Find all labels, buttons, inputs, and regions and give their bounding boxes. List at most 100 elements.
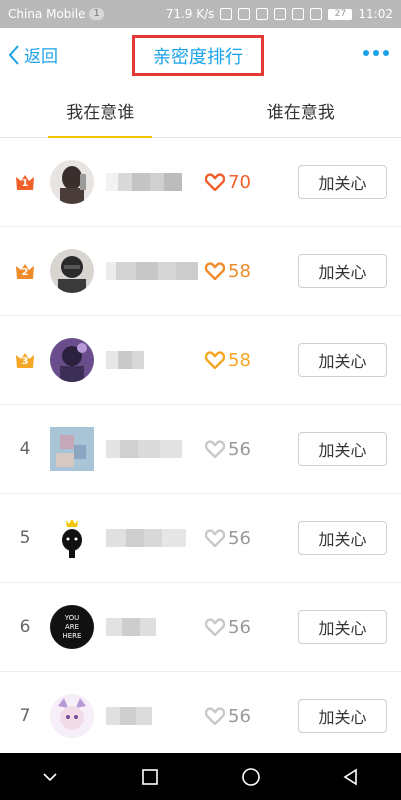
status-bar: China Mobile 1 71.9 K/s 27 11:02 bbox=[0, 0, 401, 28]
tab-who-cares-me[interactable]: 谁在意我 bbox=[201, 83, 401, 137]
intimacy-score: 56 bbox=[205, 528, 251, 549]
score-value: 56 bbox=[228, 527, 251, 549]
back-button[interactable]: 返回 bbox=[8, 42, 58, 67]
intimacy-score: 56 bbox=[205, 706, 251, 727]
crown-icon: 2 bbox=[15, 262, 35, 280]
score-value: 56 bbox=[228, 616, 251, 638]
rank-number: 1 bbox=[21, 178, 29, 189]
back-system-button[interactable] bbox=[331, 757, 371, 797]
score-value: 58 bbox=[228, 349, 251, 371]
triangle-back-icon bbox=[343, 768, 357, 785]
intimacy-score: 58 bbox=[205, 350, 251, 371]
vibrate-icon bbox=[238, 8, 251, 20]
chevron-down-icon bbox=[43, 772, 57, 781]
nav-header: 返回 亲密度排行 bbox=[0, 28, 401, 83]
recents-button[interactable] bbox=[130, 757, 170, 797]
rank-number: 7 bbox=[19, 706, 31, 726]
chevron-left-icon bbox=[8, 44, 19, 65]
list-item[interactable]: 6 YOU ARE HERE 56 加关心 bbox=[0, 583, 401, 672]
heart-icon bbox=[205, 262, 225, 280]
rank-number: 4 bbox=[19, 439, 31, 459]
hd-icon bbox=[256, 8, 269, 20]
heart-icon bbox=[205, 529, 225, 547]
page-title: 亲密度排行 bbox=[153, 46, 243, 68]
list-item[interactable]: 1 70 加关心 bbox=[0, 138, 401, 227]
score-value: 70 bbox=[228, 171, 251, 193]
blurred-name bbox=[106, 440, 182, 458]
ranking-list: 1 70 加关心 2 58 加关心 3 58 加关心 4 56 加关心 5 56… bbox=[0, 138, 401, 761]
blurred-name bbox=[106, 351, 144, 369]
dot-icon bbox=[363, 50, 369, 56]
rank-number: 5 bbox=[19, 528, 31, 548]
intimacy-score: 70 bbox=[205, 172, 251, 193]
add-care-button[interactable]: 加关心 bbox=[298, 521, 387, 555]
network-speed: 71.9 K/s bbox=[165, 7, 215, 21]
avatar[interactable] bbox=[50, 338, 94, 382]
avatar[interactable] bbox=[50, 694, 94, 738]
square-icon bbox=[142, 768, 159, 785]
battery-icon: 27 bbox=[328, 8, 353, 20]
list-item[interactable]: 3 58 加关心 bbox=[0, 316, 401, 405]
crown-icon: 1 bbox=[15, 173, 35, 191]
avatar[interactable] bbox=[50, 160, 94, 204]
tab-bar: 我在意谁 谁在意我 bbox=[0, 83, 401, 138]
list-item[interactable]: 4 56 加关心 bbox=[0, 405, 401, 494]
add-care-button[interactable]: 加关心 bbox=[298, 254, 387, 288]
heart-icon bbox=[205, 618, 225, 636]
collapse-button[interactable] bbox=[30, 757, 70, 797]
title-highlight-box: 亲密度排行 bbox=[132, 35, 264, 76]
rank-badge: 3 bbox=[0, 351, 50, 369]
back-label: 返回 bbox=[24, 47, 58, 67]
circle-icon bbox=[241, 767, 260, 786]
add-care-button[interactable]: 加关心 bbox=[298, 343, 387, 377]
blurred-name bbox=[106, 262, 198, 280]
add-care-button[interactable]: 加关心 bbox=[298, 432, 387, 466]
signal-icon bbox=[310, 8, 323, 20]
eye-icon bbox=[274, 8, 287, 20]
rank-number: 3 bbox=[21, 356, 29, 367]
wifi-icon bbox=[292, 8, 305, 20]
avatar-text-you: YOU bbox=[64, 614, 80, 622]
carrier-info: China Mobile 1 bbox=[8, 7, 104, 21]
heart-icon bbox=[205, 707, 225, 725]
list-item[interactable]: 5 56 加关心 bbox=[0, 494, 401, 583]
crown-icon: 3 bbox=[15, 351, 35, 369]
avatar-text-here: HERE bbox=[63, 632, 82, 640]
clock: 11:02 bbox=[358, 7, 393, 21]
rank-number: 2 bbox=[21, 267, 29, 278]
more-options-button[interactable] bbox=[363, 50, 389, 56]
add-care-button[interactable]: 加关心 bbox=[298, 165, 387, 199]
add-care-button[interactable]: 加关心 bbox=[298, 699, 387, 733]
heart-icon bbox=[205, 440, 225, 458]
list-item[interactable]: 7 56 加关心 bbox=[0, 672, 401, 761]
heart-icon bbox=[205, 173, 225, 191]
dot-icon bbox=[383, 50, 389, 56]
blurred-name bbox=[106, 173, 182, 191]
tab-who-i-care[interactable]: 我在意谁 bbox=[0, 83, 201, 138]
avatar[interactable] bbox=[50, 249, 94, 293]
carrier-name: China Mobile bbox=[8, 7, 86, 21]
intimacy-score: 56 bbox=[205, 617, 251, 638]
avatar[interactable]: YOU ARE HERE bbox=[50, 605, 94, 649]
score-value: 58 bbox=[228, 260, 251, 282]
score-value: 56 bbox=[228, 705, 251, 727]
avatar[interactable] bbox=[50, 516, 94, 560]
intimacy-score: 58 bbox=[205, 261, 251, 282]
sim-badge: 1 bbox=[89, 8, 104, 20]
blurred-name bbox=[106, 618, 156, 636]
add-care-button[interactable]: 加关心 bbox=[298, 610, 387, 644]
rank-number: 6 bbox=[19, 617, 31, 637]
system-nav-bar bbox=[0, 753, 401, 800]
home-button[interactable] bbox=[231, 757, 271, 797]
score-value: 56 bbox=[228, 438, 251, 460]
heart-icon bbox=[205, 351, 225, 369]
status-right: 71.9 K/s 27 11:02 bbox=[166, 7, 393, 21]
dot-icon bbox=[373, 50, 379, 56]
headset-icon bbox=[220, 8, 233, 20]
avatar-text-are: ARE bbox=[65, 623, 79, 631]
avatar[interactable] bbox=[50, 427, 94, 471]
list-item[interactable]: 2 58 加关心 bbox=[0, 227, 401, 316]
blurred-name bbox=[106, 707, 152, 725]
blurred-name bbox=[106, 529, 186, 547]
intimacy-score: 56 bbox=[205, 439, 251, 460]
